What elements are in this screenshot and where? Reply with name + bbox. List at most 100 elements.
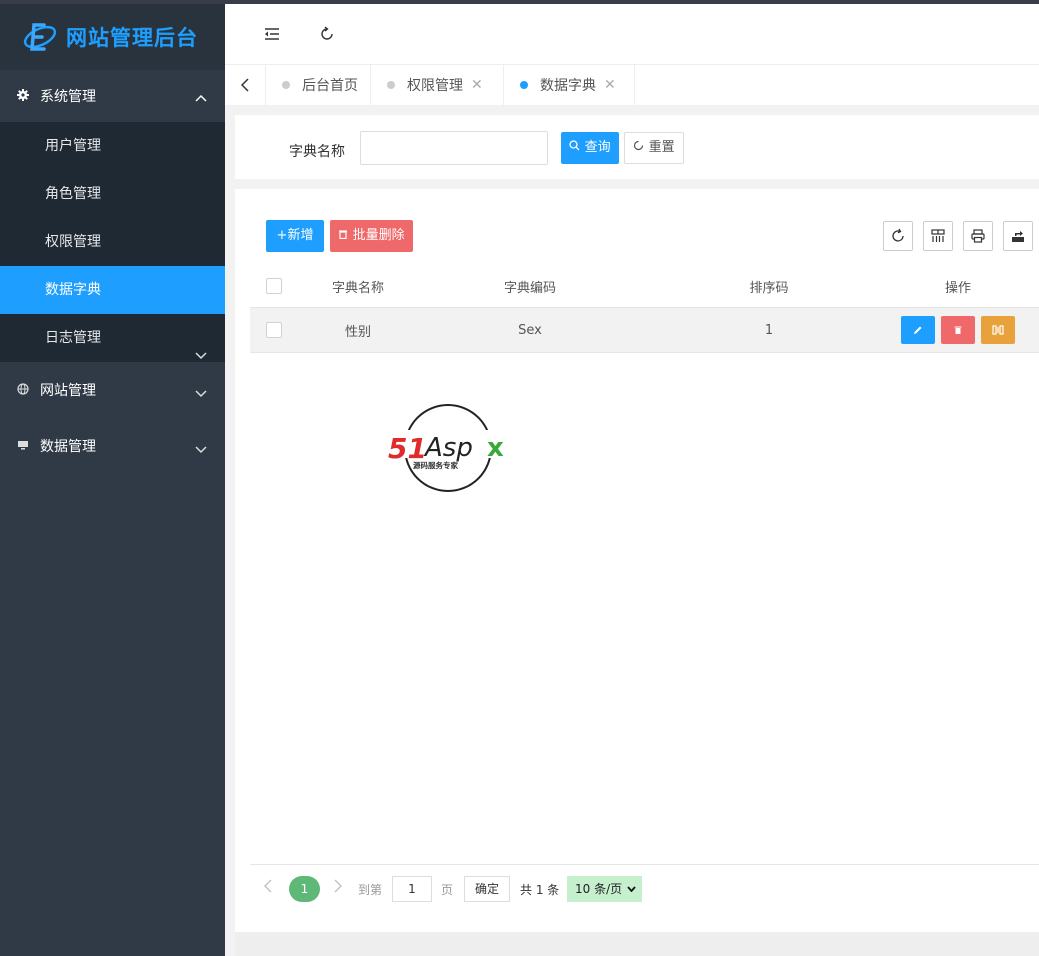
- nav-group-data[interactable]: 数据管理: [0, 418, 225, 474]
- edit-button[interactable]: [901, 316, 935, 344]
- nav-group-website[interactable]: 网站管理: [0, 362, 225, 418]
- select-all-cell: [250, 265, 298, 307]
- tab-label: 数据字典: [540, 78, 596, 94]
- footer-bar: [235, 932, 1039, 956]
- search-panel: 字典名称 查询 重置: [235, 115, 1039, 179]
- query-label: 查询: [584, 140, 611, 155]
- top-header: [225, 4, 1039, 65]
- table-header: 字典名称 字典编码 排序码 操作: [250, 265, 1039, 308]
- chevron-down-icon: [195, 386, 207, 402]
- total-count: 共 1 条: [520, 883, 560, 897]
- tab-home[interactable]: 后台首页: [266, 65, 371, 105]
- export-button[interactable]: [1003, 221, 1033, 251]
- refresh-icon: [892, 228, 904, 242]
- chevron-down-icon: [627, 886, 636, 892]
- export-icon: [1012, 231, 1024, 242]
- goto-label: 到第: [358, 883, 383, 897]
- cell-code: Sex: [518, 322, 542, 338]
- nav-group-label: 数据管理: [40, 439, 96, 455]
- table-panel: +新增 批量删除 字典名称 字典编码 排序码 操作 性别 Sex 1 1 到第 …: [235, 189, 1039, 932]
- gear-icon: [16, 88, 30, 104]
- print-icon: [971, 229, 985, 243]
- tab-scroll-left-button[interactable]: [225, 65, 266, 105]
- globe-icon: [16, 382, 30, 398]
- trash-icon: [338, 228, 352, 243]
- batch-delete-label: 批量删除: [352, 228, 405, 243]
- tab-status-dot: [282, 81, 290, 89]
- svg-text:Asp: Asp: [423, 433, 473, 463]
- logo-icon: [22, 19, 58, 55]
- search-icon: [569, 140, 584, 155]
- print-button[interactable]: [963, 221, 993, 251]
- app-title: 网站管理后台: [66, 26, 198, 50]
- goto-page-input[interactable]: 1: [392, 876, 432, 902]
- pagination: 1 到第 1 页 确定 共 1 条 10 条/页: [250, 864, 1039, 913]
- dictionary-name-input[interactable]: [360, 131, 548, 165]
- view-items-button[interactable]: [981, 316, 1015, 344]
- page-suffix: 页: [441, 883, 454, 897]
- cell-name: 性别: [344, 324, 371, 340]
- window-top-border: [0, 0, 1039, 4]
- svg-text:源码服务专家: 源码服务专家: [413, 460, 458, 470]
- sidebar-item-label: 日志管理: [45, 330, 101, 346]
- columns-icon: [992, 325, 1004, 335]
- columns-icon: [931, 229, 945, 242]
- trash-icon: [954, 326, 962, 334]
- goto-confirm-button[interactable]: 确定: [464, 876, 510, 902]
- table-refresh-button[interactable]: [883, 221, 913, 251]
- page-size-value: 10 条/页: [575, 882, 623, 896]
- add-button[interactable]: +新增: [266, 220, 324, 252]
- search-label: 字典名称: [289, 144, 345, 160]
- select-all-checkbox[interactable]: [266, 278, 282, 294]
- tab-dictionary[interactable]: 数据字典 ✕: [504, 65, 635, 105]
- delete-button[interactable]: [941, 316, 975, 344]
- tab-label: 后台首页: [302, 78, 358, 94]
- pencil-icon: [914, 326, 922, 334]
- row-select-cell: [250, 308, 298, 352]
- sidebar-item-logs[interactable]: 日志管理: [0, 314, 225, 362]
- menu-fold-icon[interactable]: [262, 24, 282, 44]
- sidebar-item-dictionary[interactable]: 数据字典: [0, 266, 225, 314]
- chevron-down-icon: [195, 442, 207, 458]
- nav-group-label: 系统管理: [40, 89, 96, 105]
- sidebar-item-roles[interactable]: 角色管理: [0, 170, 225, 218]
- sidebar-item-permissions[interactable]: 权限管理: [0, 218, 225, 266]
- sidebar-item-users[interactable]: 用户管理: [0, 122, 225, 170]
- nav-group-label: 网站管理: [40, 383, 96, 399]
- svg-text:x: x: [487, 433, 504, 463]
- close-icon[interactable]: ✕: [604, 77, 616, 93]
- column-header: 字典编码: [503, 280, 556, 296]
- chevron-left-icon: [241, 78, 249, 92]
- logo[interactable]: 网站管理后台: [0, 4, 225, 70]
- batch-delete-button[interactable]: 批量删除: [330, 220, 413, 252]
- reset-button[interactable]: 重置: [624, 132, 684, 164]
- page-current[interactable]: 1: [289, 876, 320, 902]
- tab-status-dot: [520, 81, 528, 89]
- column-header: 字典名称: [331, 280, 384, 296]
- tab-bar: 后台首页 权限管理 ✕ 数据字典 ✕: [225, 65, 1039, 106]
- watermark-logo: 51 Asp x 源码服务专家: [387, 402, 511, 494]
- column-header: 操作: [944, 280, 971, 296]
- nav-group-system[interactable]: 系统管理: [0, 70, 225, 122]
- tab-status-dot: [387, 81, 395, 89]
- sidebar: 网站管理后台 系统管理 用户管理 角色管理 权限管理 数据字典 日志管理 网站管…: [0, 4, 225, 956]
- monitor-icon: [16, 439, 30, 454]
- page-size-select[interactable]: 10 条/页: [567, 876, 642, 902]
- system-submenu: 用户管理 角色管理 权限管理 数据字典 日志管理: [0, 122, 225, 362]
- column-header: 排序码: [749, 280, 789, 296]
- query-button[interactable]: 查询: [561, 132, 619, 164]
- refresh-icon[interactable]: [317, 24, 337, 44]
- chevron-up-icon: [195, 90, 207, 106]
- refresh-icon: [633, 140, 648, 155]
- row-checkbox[interactable]: [266, 322, 282, 338]
- tab-label: 权限管理: [407, 78, 463, 94]
- columns-filter-button[interactable]: [923, 221, 953, 251]
- chevron-right-icon[interactable]: [334, 879, 342, 897]
- table-row[interactable]: 性别 Sex 1: [250, 308, 1039, 353]
- close-icon[interactable]: ✕: [471, 77, 483, 93]
- tab-permissions[interactable]: 权限管理 ✕: [371, 65, 504, 105]
- reset-label: 重置: [648, 140, 675, 155]
- chevron-left-icon[interactable]: [264, 879, 272, 897]
- row-actions: [898, 308, 1018, 352]
- cell-sort: 1: [764, 322, 774, 338]
